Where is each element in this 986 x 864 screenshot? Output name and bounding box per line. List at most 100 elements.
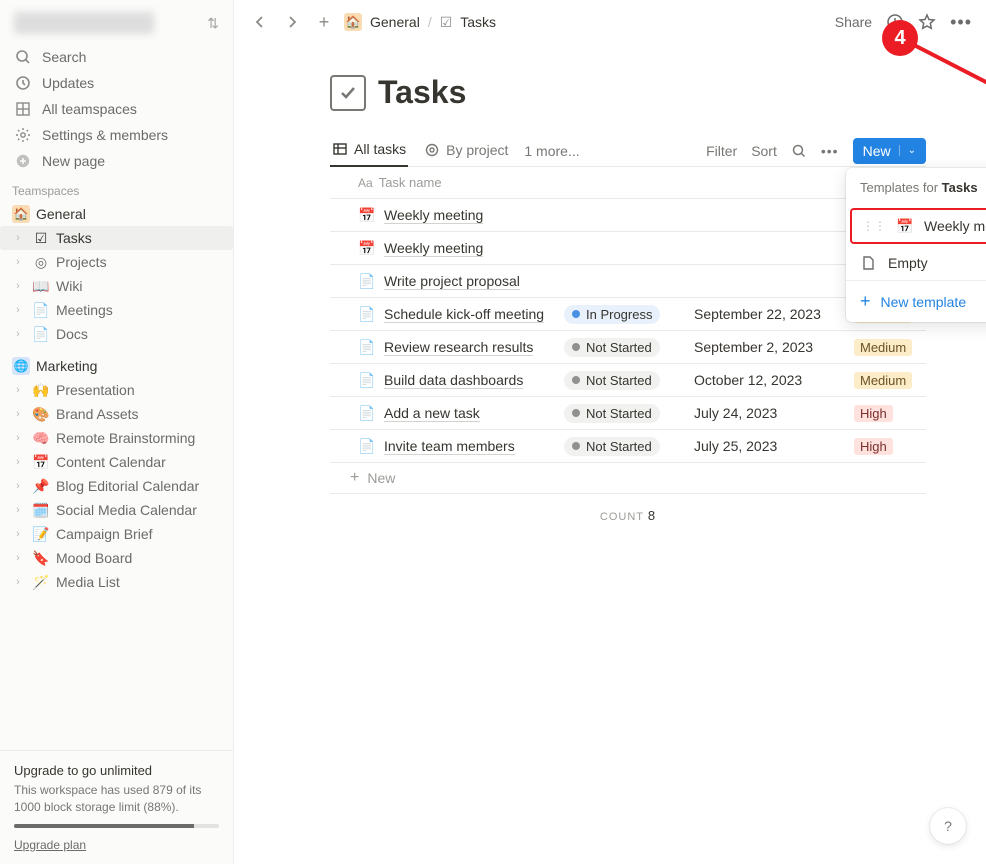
sidebar-page-meetings[interactable]: ›📄Meetings bbox=[0, 298, 233, 322]
new-template-button[interactable]: + New template bbox=[846, 281, 986, 322]
table-row[interactable]: 📄Review research resultsNot StartedSepte… bbox=[330, 331, 926, 364]
teamspace-marketing[interactable]: 🌐 Marketing bbox=[0, 354, 233, 378]
template-item[interactable]: EmptyDEFAULT••• bbox=[846, 246, 986, 280]
template-item[interactable]: ⋮⋮📅Weekly meeting••• bbox=[850, 208, 986, 244]
tab-more[interactable]: 1 more... bbox=[524, 143, 579, 159]
table-header-row: Aa Task name bbox=[330, 167, 926, 199]
priority-tag: Medium bbox=[854, 339, 912, 356]
plus-icon: + bbox=[350, 469, 359, 487]
page-title-text[interactable]: Tasks bbox=[378, 74, 466, 111]
status-pill: Not Started bbox=[564, 404, 660, 423]
chevron-right-icon[interactable]: › bbox=[10, 304, 26, 316]
teamspaces-section-label: Teamspaces bbox=[0, 174, 233, 202]
sidebar-page-campaign-brief[interactable]: ›📝Campaign Brief bbox=[0, 522, 233, 546]
home-icon: 🏠 bbox=[12, 205, 30, 223]
chevron-right-icon[interactable]: › bbox=[10, 480, 26, 492]
share-button[interactable]: Share bbox=[835, 14, 872, 30]
task-name: Schedule kick-off meeting bbox=[384, 306, 544, 323]
chevron-right-icon[interactable]: › bbox=[10, 384, 26, 396]
row-icon: 📄 bbox=[358, 405, 376, 422]
search-label: Search bbox=[42, 49, 86, 65]
tab-all-tasks-label: All tasks bbox=[354, 141, 406, 157]
table-row[interactable]: 📄Write project proposal bbox=[330, 265, 926, 298]
checkbox-icon: ☑ bbox=[440, 14, 453, 31]
breadcrumb-parent[interactable]: General bbox=[370, 14, 420, 30]
chevron-right-icon[interactable]: › bbox=[10, 328, 26, 340]
sidebar-page-content-calendar[interactable]: ›📅Content Calendar bbox=[0, 450, 233, 474]
more-icon[interactable]: ••• bbox=[821, 143, 839, 159]
sidebar-page-brand-assets[interactable]: ›🎨Brand Assets bbox=[0, 402, 233, 426]
sidebar-page-projects[interactable]: ›◎Projects bbox=[0, 250, 233, 274]
sidebar-page-remote-brainstorming[interactable]: ›🧠Remote Brainstorming bbox=[0, 426, 233, 450]
date-cell: September 2, 2023 bbox=[686, 333, 846, 361]
status-pill: Not Started bbox=[564, 371, 660, 390]
sort-button[interactable]: Sort bbox=[751, 143, 777, 159]
row-icon: 📅 bbox=[358, 240, 376, 257]
table-row[interactable]: 📄Build data dashboardsNot StartedOctober… bbox=[330, 364, 926, 397]
table-row[interactable]: 📄Add a new taskNot StartedJuly 24, 2023H… bbox=[330, 397, 926, 430]
drag-handle-icon[interactable]: ⋮⋮ bbox=[862, 219, 886, 233]
help-button[interactable]: ? bbox=[930, 808, 966, 844]
star-icon[interactable] bbox=[918, 13, 936, 31]
search-nav[interactable]: Search bbox=[4, 44, 229, 70]
updates-nav[interactable]: Updates bbox=[4, 70, 229, 96]
emoji-icon: 🪄 bbox=[32, 573, 50, 591]
sidebar-page-tasks[interactable]: ›☑Tasks bbox=[0, 226, 233, 250]
chevron-right-icon[interactable]: › bbox=[10, 256, 26, 268]
home-icon: 🏠 bbox=[344, 13, 362, 31]
sidebar-page-mood-board[interactable]: ›🔖Mood Board bbox=[0, 546, 233, 570]
sidebar-page-presentation[interactable]: ›🙌Presentation bbox=[0, 378, 233, 402]
sidebar-page-docs[interactable]: ›📄Docs bbox=[0, 322, 233, 346]
teamspace-marketing-label: Marketing bbox=[36, 358, 97, 374]
expand-collapse-icon[interactable]: ⇅ bbox=[207, 15, 219, 32]
filter-button[interactable]: Filter bbox=[706, 143, 737, 159]
new-tab-button[interactable]: + bbox=[312, 10, 336, 34]
chevron-down-icon[interactable]: ⌄ bbox=[899, 145, 916, 156]
workspace-switcher[interactable]: ⇅ bbox=[0, 0, 233, 44]
chevron-right-icon[interactable]: › bbox=[10, 528, 26, 540]
new-row-button[interactable]: + New bbox=[330, 463, 926, 493]
updates-label: Updates bbox=[42, 75, 94, 91]
nav-forward-button[interactable] bbox=[280, 10, 304, 34]
column-task-name[interactable]: Aa Task name bbox=[330, 167, 926, 198]
chevron-right-icon[interactable]: › bbox=[10, 552, 26, 564]
chevron-right-icon[interactable]: › bbox=[10, 280, 26, 292]
all-teamspaces-nav[interactable]: All teamspaces bbox=[4, 96, 229, 122]
tab-by-project[interactable]: By project bbox=[422, 136, 510, 166]
tab-all-tasks[interactable]: All tasks bbox=[330, 135, 408, 167]
table-row[interactable]: 📄Invite team membersNot StartedJuly 25, … bbox=[330, 430, 926, 463]
topbar: + 🏠 General / ☑ Tasks Share ••• bbox=[234, 0, 986, 44]
table-row[interactable]: 📄Schedule kick-off meetingIn ProgressSep… bbox=[330, 298, 926, 331]
row-icon: 📄 bbox=[358, 339, 376, 356]
chevron-right-icon[interactable]: › bbox=[10, 432, 26, 444]
breadcrumb-current[interactable]: Tasks bbox=[460, 14, 496, 30]
new-button[interactable]: New ⌄ bbox=[853, 138, 926, 164]
chevron-right-icon[interactable]: › bbox=[10, 408, 26, 420]
chevron-right-icon[interactable]: › bbox=[10, 576, 26, 588]
sidebar-page-media-list[interactable]: ›🪄Media List bbox=[0, 570, 233, 594]
chevron-right-icon[interactable]: › bbox=[10, 232, 26, 244]
table-row[interactable]: 📅Weekly meeting bbox=[330, 199, 926, 232]
task-name: Invite team members bbox=[384, 438, 515, 455]
sidebar-page-social-media-calendar[interactable]: ›🗓️Social Media Calendar bbox=[0, 498, 233, 522]
teamspace-general[interactable]: 🏠 General bbox=[0, 202, 233, 226]
template-label: Weekly meeting bbox=[924, 218, 986, 234]
sidebar-page-blog-editorial-calendar[interactable]: ›📌Blog Editorial Calendar bbox=[0, 474, 233, 498]
popover-header: Templates for Tasks ? bbox=[846, 168, 986, 206]
sidebar-page-wiki[interactable]: ›📖Wiki bbox=[0, 274, 233, 298]
date-cell: September 22, 2023 bbox=[686, 300, 846, 328]
workspace-name-blurred bbox=[14, 12, 154, 34]
row-icon: 📄 bbox=[358, 273, 376, 290]
table-row[interactable]: 📅Weekly meeting bbox=[330, 232, 926, 265]
search-icon[interactable] bbox=[791, 143, 807, 159]
gear-icon bbox=[14, 126, 32, 144]
chevron-right-icon[interactable]: › bbox=[10, 504, 26, 516]
row-icon: 📄 bbox=[358, 306, 376, 323]
upgrade-plan-link[interactable]: Upgrade plan bbox=[14, 838, 86, 852]
settings-nav[interactable]: Settings & members bbox=[4, 122, 229, 148]
nav-back-button[interactable] bbox=[248, 10, 272, 34]
new-page-nav[interactable]: New page bbox=[4, 148, 229, 174]
table-icon bbox=[332, 141, 348, 157]
chevron-right-icon[interactable]: › bbox=[10, 456, 26, 468]
more-icon[interactable]: ••• bbox=[950, 12, 972, 33]
